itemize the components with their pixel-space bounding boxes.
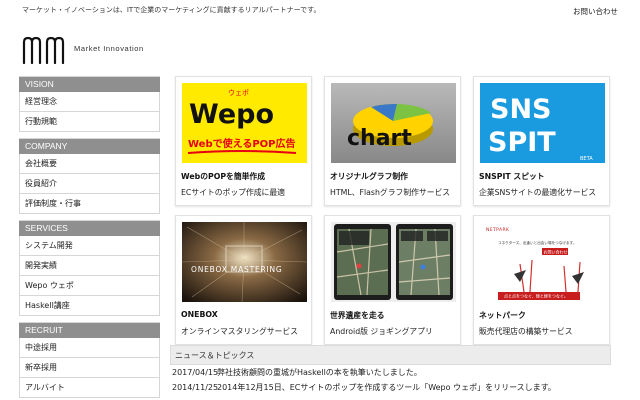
snspit-banner-image: SNS SPIT BETA [480, 83, 605, 163]
nav-heading-company: COMPANY [19, 139, 160, 154]
nav-item-philosophy[interactable]: 経営理念 [19, 92, 160, 112]
tile-description: オンラインマスタリングサービス [181, 327, 298, 336]
wepo-logo-text: Wepo [189, 99, 274, 130]
news-item[interactable]: 2014/11/252014年12月15日、ECサイトのポップを作成するツール「… [170, 380, 611, 395]
tile-title[interactable]: ネットパーク [479, 310, 526, 321]
tile-title[interactable]: 世界遺産を走る [330, 310, 385, 321]
phone-screen-right [396, 224, 453, 300]
nav-item-wepo[interactable]: Wepo ウェポ [19, 276, 160, 296]
nav-item-system-development[interactable]: システム開発 [19, 236, 160, 256]
netpark-brand-text: NETPARK [486, 227, 510, 233]
nav-item-new-graduate[interactable]: 新卒採用 [19, 358, 160, 378]
tile-netpark[interactable]: NETPARK コネクターズ、出逢いと出会い場をつなげます。 お問い合わせ 点と… [473, 215, 610, 345]
chart-logo-text: chart [347, 126, 412, 151]
snspit-beta-badge: BETA [580, 156, 593, 162]
tile-title[interactable]: WebのPOPを簡単作成 [181, 171, 265, 182]
netpark-contact-button: お問い合わせ [544, 248, 568, 254]
news-heading: ニュース＆トピックス [170, 345, 611, 365]
tile-description: HTML、Flashグラフ制作サービス [330, 188, 451, 197]
onebox-banner-image: ONEBOX MASTERING [182, 222, 307, 302]
nav-item-haskell-course[interactable]: Haskell講座 [19, 296, 160, 316]
tile-title[interactable]: オリジナルグラフ制作 [330, 171, 408, 182]
nav-heading-recruit: RECRUIT [19, 323, 160, 338]
nav-item-development-results[interactable]: 開発実績 [19, 256, 160, 276]
sidebar-nav: VISION 経営理念 行動規範 COMPANY 会社概要 役員紹介 評価制度・… [19, 76, 160, 400]
snspit-line2-text: SPIT [488, 127, 556, 158]
netpark-banner-image: NETPARK コネクターズ、出逢いと出会い場をつなげます。 お問い合わせ 点と… [480, 222, 605, 302]
tile-chart[interactable]: chart オリジナルグラフ制作 HTML、Flashグラフ制作サービス [324, 76, 461, 206]
news-date: 2017/04/15 [172, 368, 219, 377]
news-text[interactable]: 弊社技術顧問の重城がHaskellの本を執筆いたしました。 [217, 368, 422, 377]
wepo-ruby-text: ウェポ [228, 89, 249, 97]
tile-heritage-run[interactable]: 世界遺産を走る Android版 ジョギングアプリ [324, 215, 461, 345]
news-item[interactable]: 2017/04/15弊社技術顧問の重城がHaskellの本を執筆いたしました。 [170, 365, 611, 380]
tile-onebox[interactable]: ONEBOX MASTERING ONEBOX オンラインマスタリングサービス [175, 215, 312, 345]
nav-item-executives[interactable]: 役員紹介 [19, 174, 160, 194]
nav-item-evaluation-events[interactable]: 評価制度・行事 [19, 194, 160, 214]
phone-screen-left [334, 224, 391, 300]
onebox-logo-text: ONEBOX MASTERING [191, 265, 283, 274]
tile-title[interactable]: ONEBOX [181, 310, 218, 319]
netpark-tagline-text: 点と点をつなぐ、線と線をつなぐ。 [504, 293, 568, 299]
contact-link[interactable]: お問い合わせ [573, 6, 618, 17]
news-date: 2014/11/25 [172, 383, 219, 392]
nav-group-recruit: RECRUIT 中途採用 新卒採用 アルバイト [19, 322, 160, 398]
chart-banner-image: chart [331, 83, 456, 163]
logo-text: Market Innovation [74, 44, 144, 53]
logo-mark-icon [22, 36, 65, 64]
site-logo[interactable]: Market Innovation [22, 36, 144, 64]
tile-description: 販売代理店の構築サービス [479, 327, 573, 336]
nav-heading-services: SERVICES [19, 221, 160, 236]
news-text[interactable]: 2014年12月15日、ECサイトのポップを作成するツール「Wepo ウェポ」を… [217, 383, 556, 392]
wepo-banner-image: ウェポ Wepo Webで使えるPOP広告 [182, 83, 307, 163]
snspit-line1-text: SNS [490, 94, 552, 125]
tile-description: 企業SNSサイトの最適化サービス [479, 188, 597, 197]
heritage-app-screenshots [331, 222, 456, 302]
tagline: マーケット・イノベーションは、ITで企業のマーケティングに貢献するリアルパートナ… [22, 6, 321, 14]
netpark-headline-text: コネクターズ、出逢いと出会い場をつなげます。 [498, 240, 576, 245]
nav-item-company-profile[interactable]: 会社概要 [19, 154, 160, 174]
news-section: ニュース＆トピックス 2017/04/15弊社技術顧問の重城がHaskellの本… [170, 345, 611, 395]
nav-item-mid-career[interactable]: 中途採用 [19, 338, 160, 358]
tile-snspit[interactable]: SNS SPIT BETA SNSPIT スピット 企業SNSサイトの最適化サー… [473, 76, 610, 206]
nav-heading-vision: VISION [19, 77, 160, 92]
nav-group-services: SERVICES システム開発 開発実績 Wepo ウェポ Haskell講座 [19, 220, 160, 316]
nav-group-vision: VISION 経営理念 行動規範 [19, 76, 160, 132]
tile-description: Android版 ジョギングアプリ [330, 327, 433, 336]
service-tiles: ウェポ Wepo Webで使えるPOP広告 WebのPOPを簡単作成 ECサイト… [175, 76, 611, 345]
nav-item-part-time[interactable]: アルバイト [19, 378, 160, 398]
nav-group-company: COMPANY 会社概要 役員紹介 評価制度・行事 [19, 138, 160, 214]
tile-description: ECサイトのポップ作成に最適 [181, 188, 285, 197]
nav-item-code-of-conduct[interactable]: 行動規範 [19, 112, 160, 132]
wepo-slogan-text: Webで使えるPOP広告 [188, 137, 295, 150]
tile-title[interactable]: SNSPIT スピット [479, 171, 545, 182]
tile-wepo[interactable]: ウェポ Wepo Webで使えるPOP広告 WebのPOPを簡単作成 ECサイト… [175, 76, 312, 206]
